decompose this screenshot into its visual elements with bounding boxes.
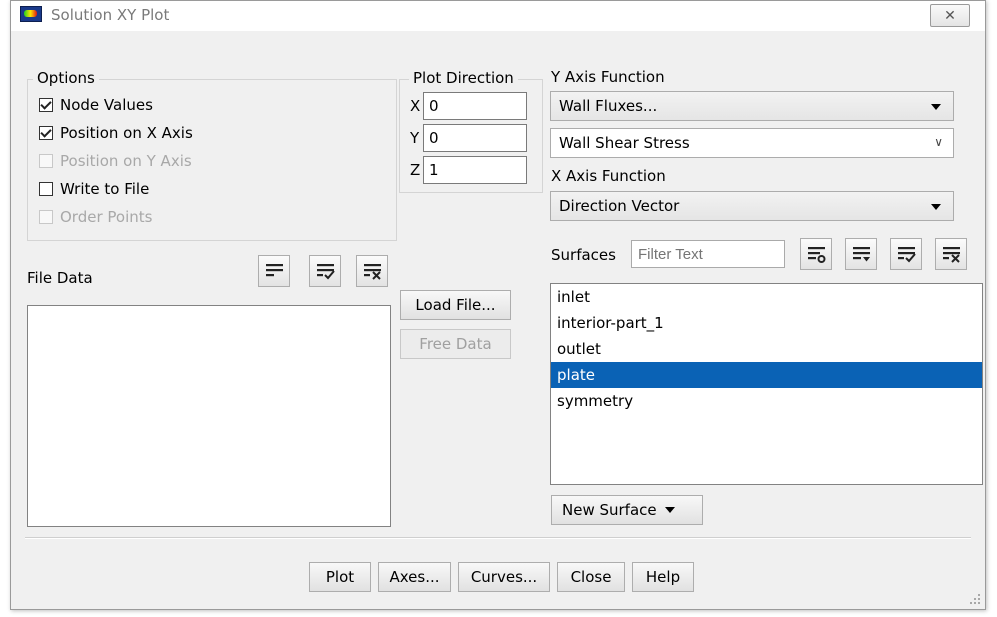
y-direction-label: Y bbox=[410, 129, 420, 147]
position-x-option[interactable]: Position on X Axis bbox=[39, 124, 193, 142]
surface-item-plate[interactable]: plate bbox=[551, 362, 982, 388]
x-axis-function-dropdown[interactable]: Direction Vector bbox=[550, 191, 954, 221]
close-button[interactable]: Close bbox=[557, 562, 625, 592]
free-data-button: Free Data bbox=[400, 329, 511, 359]
select-all-icon bbox=[317, 264, 335, 280]
position-x-label: Position on X Axis bbox=[60, 124, 193, 142]
position-y-option: Position on Y Axis bbox=[39, 152, 192, 170]
file-data-deselect-all-button[interactable] bbox=[356, 255, 388, 287]
load-file-button[interactable]: Load File... bbox=[400, 290, 511, 320]
x-axis-function-value: Direction Vector bbox=[559, 197, 680, 215]
surface-deselect-all-button[interactable] bbox=[935, 238, 967, 270]
window-title: Solution XY Plot bbox=[51, 6, 170, 24]
y-axis-function-dropdown[interactable]: Wall Shear Stress ∨ bbox=[550, 128, 954, 158]
x-direction-input[interactable] bbox=[423, 92, 527, 120]
position-x-checkbox[interactable] bbox=[39, 126, 53, 140]
file-data-label: File Data bbox=[27, 269, 93, 287]
dropdown-arrow-icon bbox=[664, 507, 675, 513]
y-axis-category-dropdown[interactable]: Wall Fluxes... bbox=[550, 91, 954, 121]
surface-item-symmetry[interactable]: symmetry bbox=[551, 388, 982, 414]
surface-group-button[interactable] bbox=[845, 238, 877, 270]
plot-direction-title: Plot Direction bbox=[409, 69, 518, 87]
order-points-checkbox bbox=[39, 210, 53, 224]
dropdown-arrow-icon bbox=[931, 204, 941, 210]
x-axis-function-label: X Axis Function bbox=[551, 167, 666, 185]
window-close-button[interactable]: ✕ bbox=[930, 4, 970, 27]
y-direction-row: Y bbox=[410, 124, 527, 152]
curves-button[interactable]: Curves... bbox=[458, 562, 550, 592]
x-direction-label: X bbox=[410, 97, 421, 115]
select-all-icon bbox=[898, 247, 916, 263]
y-axis-function-value: Wall Shear Stress bbox=[559, 134, 690, 152]
z-direction-input[interactable] bbox=[423, 156, 527, 184]
y-axis-category-value: Wall Fluxes... bbox=[559, 97, 658, 115]
file-data-list-button[interactable] bbox=[258, 255, 290, 287]
surface-item-inlet[interactable]: inlet bbox=[551, 284, 982, 310]
fluent-app-icon bbox=[20, 6, 42, 22]
deselect-all-icon bbox=[364, 264, 381, 280]
order-points-option: Order Points bbox=[39, 208, 152, 226]
z-direction-label: Z bbox=[410, 161, 421, 179]
plot-button[interactable]: Plot bbox=[309, 562, 371, 592]
options-title: Options bbox=[33, 69, 99, 87]
node-values-checkbox[interactable] bbox=[39, 98, 53, 112]
surface-select-all-button[interactable] bbox=[890, 238, 922, 270]
surfaces-list[interactable]: inlet interior-part_1 outlet plate symme… bbox=[550, 283, 983, 485]
surface-item-outlet[interactable]: outlet bbox=[551, 336, 982, 362]
file-data-list[interactable] bbox=[27, 305, 391, 527]
new-surface-button[interactable]: New Surface bbox=[551, 495, 703, 525]
y-axis-function-label: Y Axis Function bbox=[551, 68, 665, 86]
axes-button[interactable]: Axes... bbox=[378, 562, 451, 592]
new-surface-label: New Surface bbox=[562, 501, 657, 519]
y-direction-input[interactable] bbox=[423, 124, 527, 152]
surface-item-interior-part-1[interactable]: interior-part_1 bbox=[551, 310, 982, 336]
z-direction-row: Z bbox=[410, 156, 527, 184]
write-to-file-option[interactable]: Write to File bbox=[39, 180, 149, 198]
close-icon: ✕ bbox=[944, 7, 956, 24]
filter-options-icon bbox=[808, 247, 826, 263]
x-direction-row: X bbox=[410, 92, 527, 120]
list-icon bbox=[266, 264, 283, 277]
write-to-file-checkbox[interactable] bbox=[39, 182, 53, 196]
resize-grip-icon[interactable] bbox=[969, 593, 981, 605]
file-data-select-all-button[interactable] bbox=[309, 255, 341, 287]
surface-filter-input[interactable] bbox=[631, 240, 785, 268]
node-values-label: Node Values bbox=[60, 96, 153, 114]
dropdown-arrow-icon bbox=[931, 104, 941, 110]
solution-xy-plot-dialog: Solution XY Plot ✕ Options Node Values P… bbox=[10, 0, 986, 610]
position-y-label: Position on Y Axis bbox=[60, 152, 192, 170]
surfaces-label: Surfaces bbox=[551, 246, 616, 264]
title-bar[interactable]: Solution XY Plot ✕ bbox=[11, 1, 985, 31]
surface-filter-options-button[interactable] bbox=[800, 238, 832, 270]
order-points-label: Order Points bbox=[60, 208, 153, 226]
chevron-down-icon: ∨ bbox=[934, 135, 943, 149]
help-button[interactable]: Help bbox=[632, 562, 694, 592]
bottom-separator bbox=[25, 537, 971, 539]
list-dropdown-icon bbox=[853, 247, 870, 262]
deselect-all-icon bbox=[943, 247, 960, 263]
node-values-option[interactable]: Node Values bbox=[39, 96, 153, 114]
write-to-file-label: Write to File bbox=[60, 180, 150, 198]
position-y-checkbox bbox=[39, 154, 53, 168]
